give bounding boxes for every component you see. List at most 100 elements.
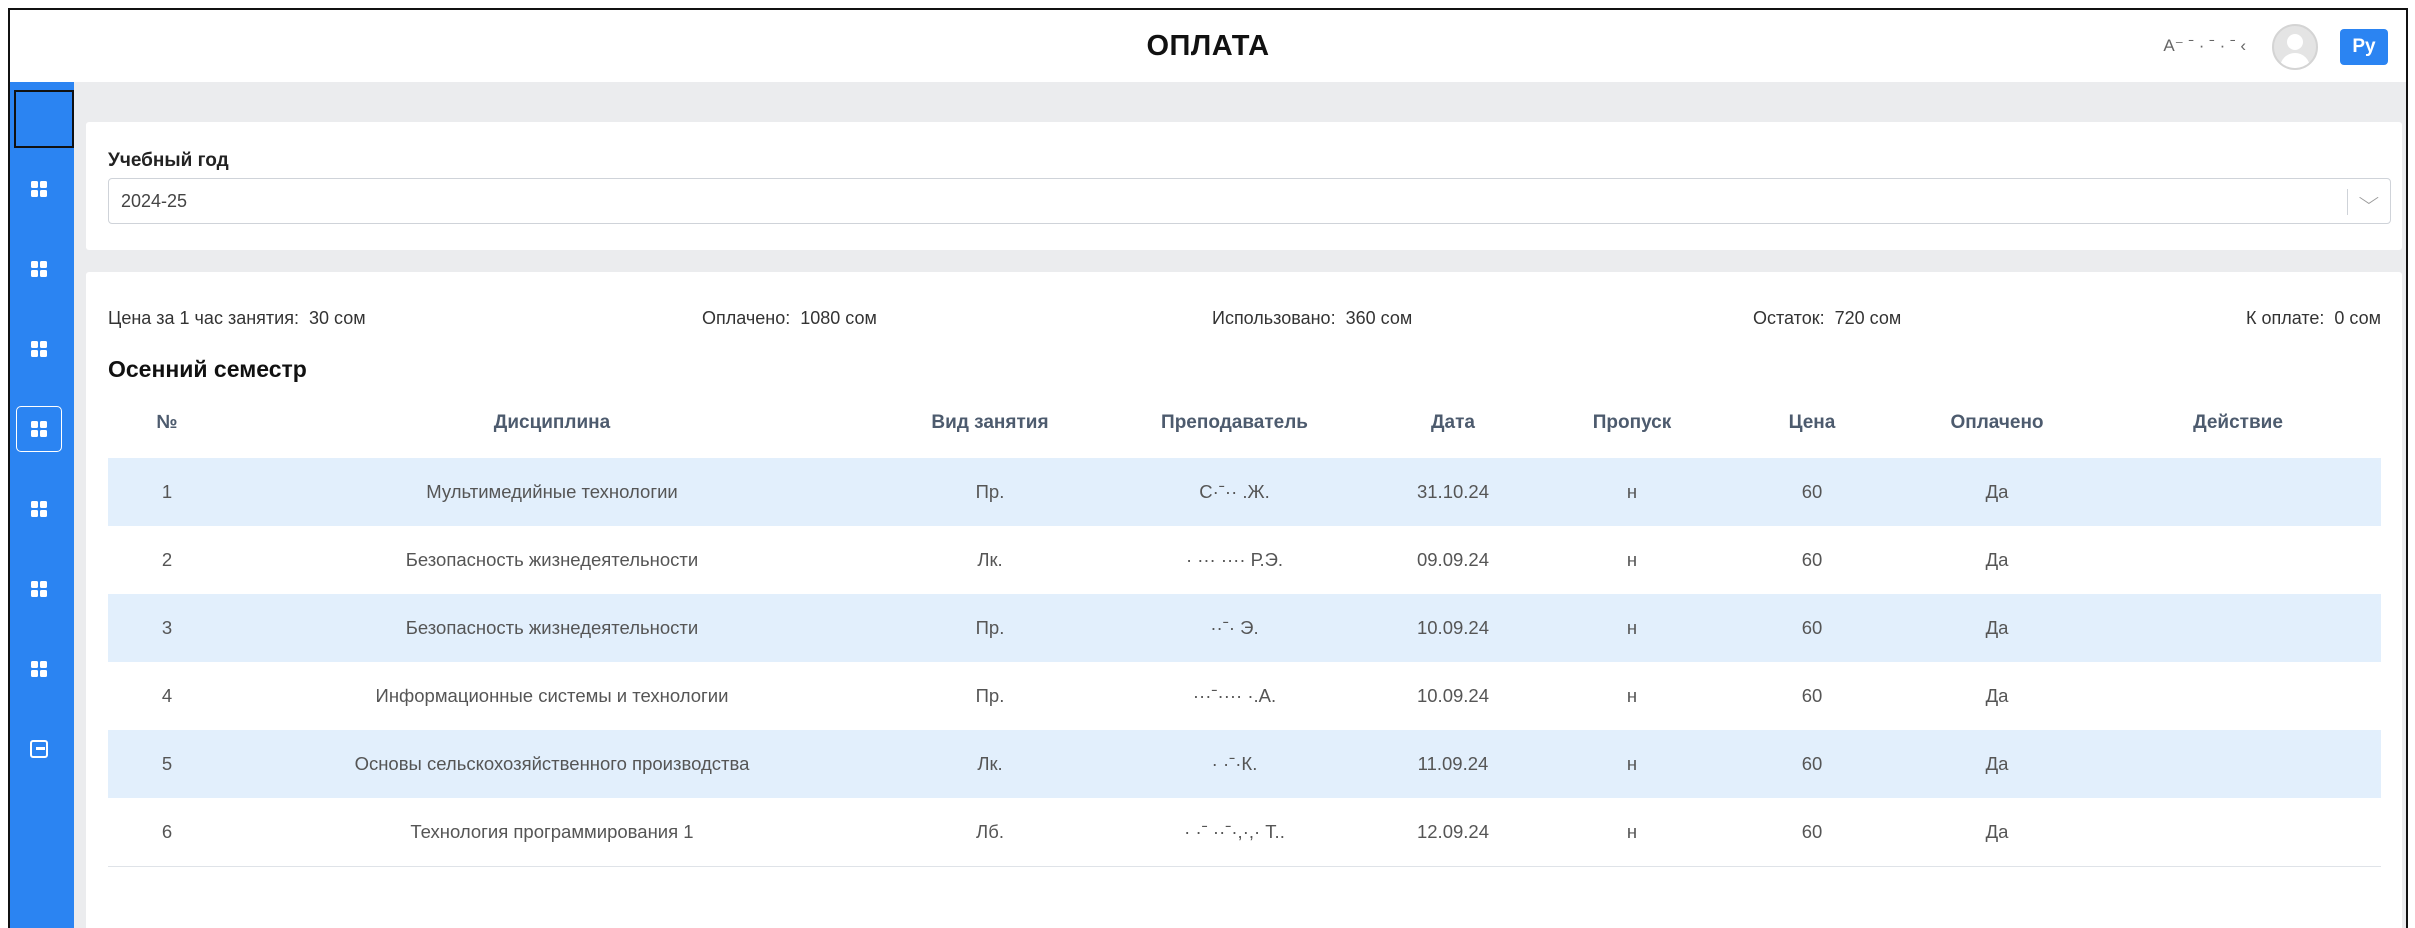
user-name[interactable]: А⁻ ˉ · ˉ · ˉ ‹ xyxy=(2163,36,2246,56)
cell-class-type: Лк. xyxy=(878,730,1102,798)
cell-paid: Да xyxy=(1985,685,2009,706)
sidebar-item-payment[interactable] xyxy=(16,406,62,452)
app-window: ОПЛАТА А⁻ ˉ · ˉ · ˉ ‹ Ру Учебный год 202… xyxy=(8,8,2408,928)
col-header-price: Цена xyxy=(1788,412,1836,433)
table-row: 3 Безопасность жизнедеятельности Пр. ··ˉ… xyxy=(108,594,2381,662)
table-header-row: № Дисциплина Вид занятия Преподаватель Д… xyxy=(108,388,2381,458)
cell-teacher: · ··· ···· Р.Э. xyxy=(1185,549,1284,570)
col-header-absence: Пропуск xyxy=(1592,412,1672,433)
grid-icon xyxy=(31,341,47,357)
payment-details-card: Цена за 1 час занятия: 30 сом Оплачено: … xyxy=(86,272,2402,928)
avatar-head-shape xyxy=(2287,34,2303,50)
cell-class-type: Пр. xyxy=(878,458,1102,526)
cell-price: 60 xyxy=(1801,685,1823,706)
cell-price: 60 xyxy=(1725,458,1899,526)
col-header-class-type: Вид занятия xyxy=(931,412,1049,433)
sidebar-item-1[interactable] xyxy=(16,166,62,212)
sidebar-item-6[interactable] xyxy=(16,566,62,612)
grid-icon xyxy=(31,661,47,677)
grid-icon xyxy=(31,181,47,197)
cell-action xyxy=(2095,730,2381,798)
avatar[interactable] xyxy=(2272,24,2318,70)
sidebar-item-5[interactable] xyxy=(16,486,62,532)
grid-icon xyxy=(31,421,47,437)
table-row: 1 Мультимедийные технологии Пр. С·ˉ·· .Ж… xyxy=(108,458,2381,526)
sidebar-item-7[interactable] xyxy=(16,646,62,692)
grid-icon xyxy=(31,581,47,597)
academic-year-value: 2024-25 xyxy=(121,191,188,211)
remaining-total: Остаток: 720 сом xyxy=(1753,308,1902,328)
cell-paid: Да xyxy=(1899,798,2095,867)
cell-teacher: · ·ˉ·К. xyxy=(1102,730,1367,798)
table-row: 5 Основы сельскохозяйственного производс… xyxy=(108,730,2381,798)
cell-class-type: Пр. xyxy=(878,594,1102,662)
cell-paid: Да xyxy=(1899,730,2095,798)
cell-date: 31.10.24 xyxy=(1367,458,1539,526)
year-filter-card: Учебный год 2024-25 ⌵ xyxy=(86,122,2402,250)
cell-discipline: Безопасность жизнедеятельности xyxy=(405,549,699,570)
cell-action xyxy=(2095,662,2381,730)
cell-absence: н xyxy=(1539,730,1725,798)
academic-year-select[interactable]: 2024-25 ⌵ xyxy=(108,178,2391,224)
academic-year-label: Учебный год xyxy=(108,150,229,171)
avatar-body-shape xyxy=(2280,53,2310,68)
col-header-paid: Оплачено xyxy=(1950,412,2044,433)
cell-discipline: Основы сельскохозяйственного производств… xyxy=(226,730,878,798)
cell-action xyxy=(2095,594,2381,662)
cell-absence: н xyxy=(1539,594,1725,662)
col-header-teacher: Преподаватель xyxy=(1161,412,1308,433)
cell-paid: Да xyxy=(1899,458,2095,526)
cell-action xyxy=(2095,526,2381,594)
cell-absence: н xyxy=(1539,458,1725,526)
page-title: ОПЛАТА xyxy=(1146,30,1270,62)
cell-discipline: Информационные системы и технологии xyxy=(375,685,729,706)
cell-number: 6 xyxy=(108,798,226,867)
cell-number: 5 xyxy=(108,730,226,798)
cell-absence: н xyxy=(1539,798,1725,867)
col-header-number: № xyxy=(156,412,178,433)
payments-table: № Дисциплина Вид занятия Преподаватель Д… xyxy=(108,388,2381,867)
grid-icon xyxy=(31,501,47,517)
chevron-down-icon[interactable]: ⌵ xyxy=(2359,188,2379,209)
sidebar-logo-slot xyxy=(14,90,74,148)
col-header-date: Дата xyxy=(1431,412,1475,433)
sidebar-item-2[interactable] xyxy=(16,246,62,292)
semester-title: Осенний семестр xyxy=(108,356,307,382)
cell-paid: Да xyxy=(1985,549,2009,570)
cell-class-type: Лк. xyxy=(977,549,1003,570)
cell-class-type: Лб. xyxy=(878,798,1102,867)
cell-paid: Да xyxy=(1899,594,2095,662)
cell-price: 60 xyxy=(1801,549,1823,570)
cell-date: 09.09.24 xyxy=(1416,549,1489,570)
cell-action xyxy=(2095,798,2381,867)
cell-absence: н xyxy=(1626,549,1638,570)
cell-discipline: Мультимедийные технологии xyxy=(226,458,878,526)
paid-total: Оплачено: 1080 сом xyxy=(702,308,877,328)
table-row: 2 Безопасность жизнедеятельности Лк. · ·… xyxy=(108,526,2381,594)
cell-date: 10.09.24 xyxy=(1416,685,1489,706)
cell-date: 10.09.24 xyxy=(1367,594,1539,662)
cell-price: 60 xyxy=(1725,730,1899,798)
cell-date: 11.09.24 xyxy=(1367,730,1539,798)
cell-absence: н xyxy=(1626,685,1638,706)
sidebar xyxy=(10,82,74,928)
cell-number: 1 xyxy=(108,458,226,526)
table-row: 4 Информационные системы и технологии Пр… xyxy=(108,662,2381,730)
used-total: Использовано: 360 сом xyxy=(1212,308,1413,328)
top-bar: ОПЛАТА А⁻ ˉ · ˉ · ˉ ‹ Ру xyxy=(10,10,2406,82)
cell-price: 60 xyxy=(1725,798,1899,867)
exit-icon xyxy=(30,740,48,758)
cell-number: 3 xyxy=(108,594,226,662)
language-button[interactable]: Ру xyxy=(2340,29,2388,65)
cell-teacher: · ·ˉ ··ˉ·,·,· Т.. xyxy=(1102,798,1367,867)
cell-action xyxy=(2095,458,2381,526)
cell-class-type: Пр. xyxy=(975,685,1005,706)
sidebar-item-logout[interactable] xyxy=(16,726,62,772)
sidebar-item-3[interactable] xyxy=(16,326,62,372)
cell-teacher: ··ˉ· Э. xyxy=(1102,594,1367,662)
select-divider xyxy=(2347,189,2348,215)
cell-date: 12.09.24 xyxy=(1367,798,1539,867)
grid-icon xyxy=(31,261,47,277)
cell-price: 60 xyxy=(1725,594,1899,662)
cell-number: 2 xyxy=(161,549,173,570)
